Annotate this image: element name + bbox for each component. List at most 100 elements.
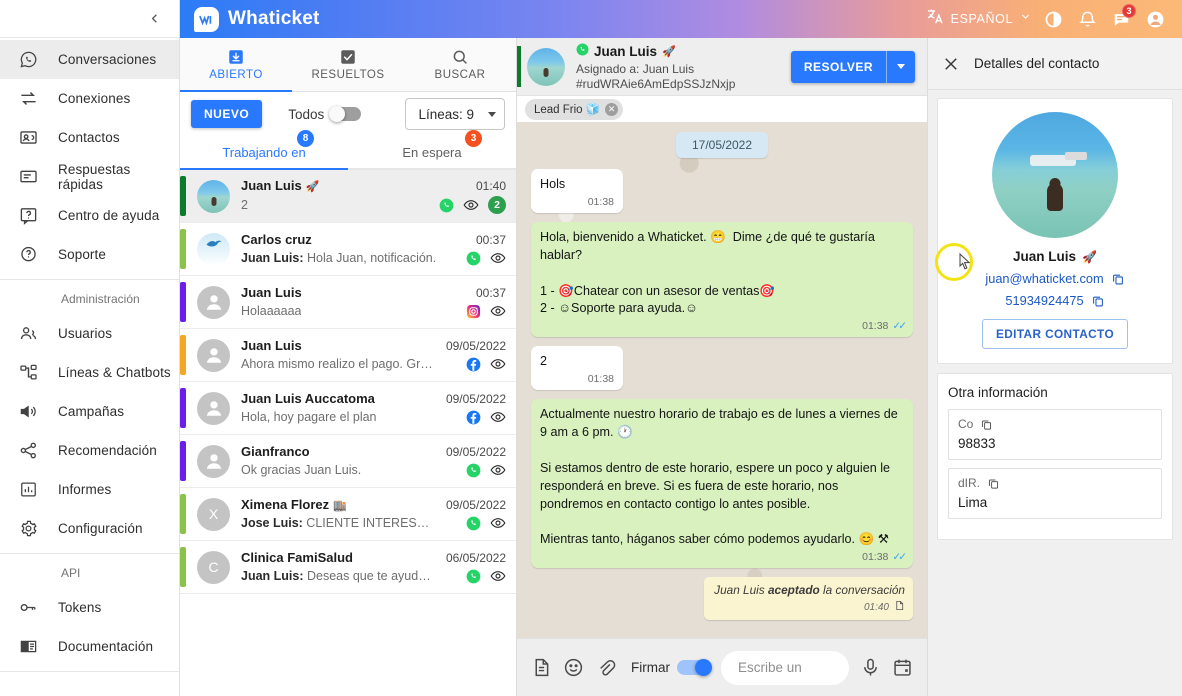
sidebar-item-documentacion[interactable]: Documentación [0, 627, 179, 666]
message-text: Hols [540, 177, 566, 191]
sidebar-item-label: Respuestas rápidas [58, 161, 131, 192]
avatar [197, 285, 230, 319]
tab-buscar[interactable]: BUSCAR [404, 38, 516, 91]
eye-icon[interactable] [490, 356, 506, 372]
tab-resueltos[interactable]: RESUELTOS [292, 38, 404, 91]
subtab-badge: 8 [297, 130, 314, 147]
sidebar-item-recomendacion[interactable]: Recomendación [0, 431, 179, 470]
eye-icon[interactable] [463, 197, 479, 213]
tab-abierto[interactable]: ABIERTO [180, 38, 292, 92]
key-icon [16, 596, 40, 620]
document-icon[interactable] [531, 657, 552, 678]
lines-select-value: Líneas: 9 [418, 106, 474, 122]
rocket-emoji: 🚀 [662, 46, 676, 58]
ticket-row[interactable]: Juan Luis 09/05/2022 Ahora mismo realizo e… [180, 329, 516, 382]
sign-switch[interactable] [677, 659, 712, 676]
edit-contact-button[interactable]: EDITAR CONTACTO [981, 319, 1129, 349]
ticket-row[interactable]: Juan Luis 00:37 Holaaaaaa [180, 276, 516, 329]
book-icon [16, 635, 40, 659]
ticket-row[interactable]: Juan Luis Auccatoma 09/05/2022 Hola, hoy p… [180, 382, 516, 435]
subtab-trabajando-en[interactable]: Trabajando en 8 [180, 130, 348, 170]
sidebar-item-configuracion[interactable]: Configuración [0, 509, 179, 548]
whatsapp-icon [576, 43, 589, 61]
close-icon[interactable]: ✕ [605, 102, 619, 116]
sidebar-nav: Conversaciones Conexiones Contactos Resp… [0, 38, 179, 696]
copy-icon[interactable] [980, 418, 993, 431]
sidebar-item-label: Líneas & Chatbots [58, 365, 171, 380]
sidebar-item-lineas-chatbots[interactable]: Líneas & Chatbots [0, 353, 179, 392]
copy-icon[interactable] [1091, 294, 1105, 308]
resolve-button[interactable]: RESOLVER [790, 50, 886, 83]
ticket-time: 01:40 [475, 179, 506, 193]
sidebar-item-contactos[interactable]: Contactos [0, 118, 179, 157]
ticket-time: 09/05/2022 [445, 392, 506, 406]
new-ticket-button[interactable]: NUEVO [191, 100, 263, 128]
language-selector[interactable]: ESPAÑOL [924, 7, 1034, 31]
tickets-panel: ABIERTO RESUELTOS BUSCAR NUEVO Todos Lín… [180, 38, 517, 696]
sidebar-item-informes[interactable]: Informes [0, 470, 179, 509]
close-icon[interactable] [942, 55, 960, 73]
ticket-subtabs: Trabajando en 8 En espera 3 [180, 130, 516, 170]
ticket-time: 09/05/2022 [445, 498, 506, 512]
ticket-row[interactable]: X Ximena Florez 🏬 09/05/2022 Jose Luis: CLIE… [180, 488, 516, 541]
ticket-list[interactable]: Juan Luis 🚀 01:40 2 2 Carlos cruz 00:37 Juan Lu… [180, 170, 516, 696]
eye-icon[interactable] [490, 250, 506, 266]
whatsapp-icon [466, 569, 481, 584]
sidebar-item-conversaciones[interactable]: Conversaciones [0, 40, 179, 79]
ticket-contact-name: Clinica FamiSalud [241, 550, 353, 565]
show-all-toggle[interactable]: Todos [288, 106, 362, 122]
megaphone-icon [16, 400, 40, 424]
sign-toggle[interactable]: Firmar [631, 659, 712, 676]
ticket-row[interactable]: Carlos cruz 00:37 Juan Luis: Hola Juan, no… [180, 223, 516, 276]
copy-icon[interactable] [1111, 272, 1125, 286]
resolve-button-group[interactable]: RESOLVER [790, 50, 915, 83]
contact-email: juan@whaticket.com [985, 271, 1104, 286]
contact-avatar[interactable] [992, 112, 1118, 238]
sidebar-collapse-icon[interactable] [143, 8, 165, 30]
sidebar-item-centro-de-ayuda[interactable]: Centro de ayuda [0, 196, 179, 235]
profile-button[interactable] [1140, 4, 1170, 34]
dark-mode-toggle[interactable] [1038, 4, 1068, 34]
calendar-icon[interactable] [892, 657, 913, 678]
sidebar-item-tokens[interactable]: Tokens [0, 588, 179, 627]
sidebar-item-usuarios[interactable]: Usuarios [0, 314, 179, 353]
resolve-dropdown-button[interactable] [886, 50, 915, 83]
ticket-content: Carlos cruz 00:37 Juan Luis: Hola Juan, no… [241, 232, 506, 266]
language-label: ESPAÑOL [950, 12, 1013, 26]
ticket-row[interactable]: Gianfranco 09/05/2022 Ok gracias Juan Luis… [180, 435, 516, 488]
emoji-icon[interactable] [563, 657, 584, 678]
tag-chip[interactable]: Lead Frio 🧊 ✕ [525, 98, 624, 120]
message-list[interactable]: 17/05/2022 Hols 01:38 Hola, bienvenido a Wh… [517, 122, 927, 638]
messages-button[interactable]: 3 [1106, 4, 1136, 34]
attachment-clip-icon[interactable] [595, 657, 616, 678]
ticket-content: Juan Luis 🚀 01:40 2 2 [241, 178, 506, 214]
subtab-label: En espera [402, 144, 462, 160]
lines-select[interactable]: Líneas: 9 [405, 98, 505, 130]
message-input[interactable] [721, 650, 849, 685]
ticket-row[interactable]: C Clinica FamiSalud 06/05/2022 Juan Luis: D… [180, 541, 516, 594]
sidebar-item-conexiones[interactable]: Conexiones [0, 79, 179, 118]
note-time: 01:40 [863, 601, 889, 613]
sidebar-item-label: Recomendación [58, 443, 157, 458]
microphone-icon[interactable] [860, 657, 881, 678]
eye-icon[interactable] [490, 515, 506, 531]
copy-icon[interactable] [987, 477, 1000, 490]
note-text: Juan Luis aceptado la conversación [714, 583, 905, 598]
eye-icon[interactable] [490, 462, 506, 478]
info-field: dIR. Lima [948, 468, 1162, 519]
ticket-row[interactable]: Juan Luis 🚀 01:40 2 2 [180, 170, 516, 223]
sidebar-item-campanas[interactable]: Campañas [0, 392, 179, 431]
eye-icon[interactable] [490, 409, 506, 425]
eye-icon[interactable] [490, 303, 506, 319]
notifications-button[interactable] [1072, 4, 1102, 34]
subtab-en-espera[interactable]: En espera 3 [348, 130, 516, 168]
top-app-bar: Whaticket ESPAÑOL 3 [180, 0, 1182, 38]
chat-assigned-to: Asignado a: Juan Luis [576, 61, 695, 76]
sidebar-item-respuestas-rapidas[interactable]: Respuestas rápidas [0, 157, 179, 196]
show-all-switch[interactable] [329, 106, 362, 122]
date-divider-label: 17/05/2022 [675, 132, 769, 158]
sidebar-item-soporte[interactable]: Soporte [0, 235, 179, 274]
chat-contact-avatar[interactable] [527, 47, 565, 86]
tab-label: RESUELTOS [311, 69, 385, 81]
eye-icon[interactable] [490, 568, 506, 584]
